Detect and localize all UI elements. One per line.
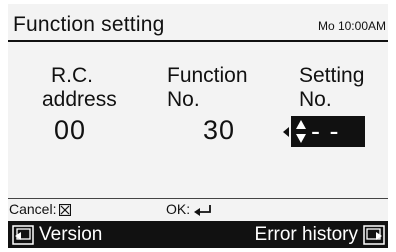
cancel-hint-label: Cancel: (9, 201, 57, 217)
setting-no-label-line2: No. (299, 88, 332, 111)
setting-no-field[interactable]: - - (291, 116, 365, 147)
function-no-label-line2: No. (167, 88, 200, 111)
function-no-label-line1: Function (167, 64, 248, 87)
up-down-arrows-icon (296, 120, 306, 143)
remote-controller-screen: Function setting Mo 10:00AM R.C. address… (8, 4, 388, 248)
bottom-button-bar: Version Error history (8, 221, 388, 248)
function-no-value[interactable]: 30 (203, 115, 235, 146)
header: Function setting Mo 10:00AM (8, 4, 388, 40)
setting-no-value: - - (311, 116, 340, 146)
error-history-button-label: Error history (254, 224, 358, 245)
version-button-icon (12, 225, 34, 245)
header-divider (8, 40, 388, 42)
page-title: Function setting (13, 13, 165, 36)
rc-address-label-line1: R.C. (51, 64, 93, 87)
footer-divider (8, 198, 388, 199)
setting-no-label-line1: Setting (299, 64, 365, 87)
error-history-button-icon (363, 225, 385, 245)
error-history-button[interactable]: Error history (255, 224, 385, 246)
ok-hint: OK: (166, 201, 213, 217)
enter-return-icon (194, 205, 212, 216)
rc-address-value[interactable]: 00 (54, 115, 86, 146)
cancel-hint: Cancel: (9, 201, 72, 217)
rc-address-label-line2: address (42, 88, 117, 111)
cancel-box-icon (59, 204, 72, 216)
clock-display: Mo 10:00AM (317, 19, 386, 33)
version-button[interactable]: Version (12, 224, 102, 246)
version-button-label: Version (39, 224, 103, 245)
left-arrow-icon (283, 127, 289, 137)
ok-hint-label: OK: (166, 201, 191, 217)
